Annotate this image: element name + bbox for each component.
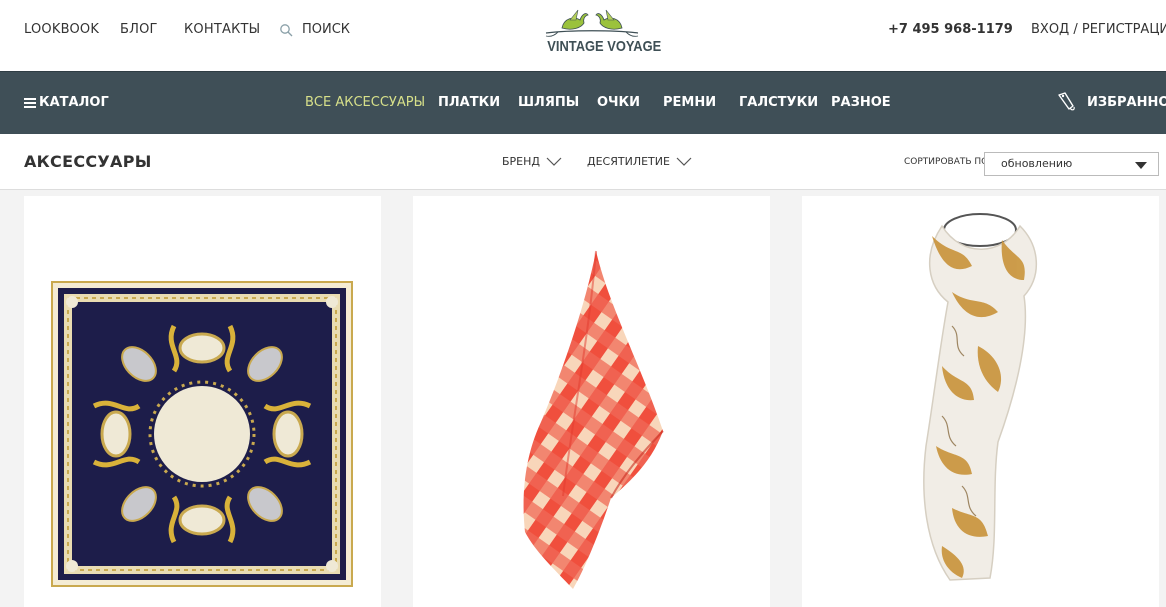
product-card[interactable] <box>24 196 381 607</box>
nav-belts[interactable]: РЕМНИ <box>663 95 716 110</box>
catalog-label: КАТАЛОГ <box>39 95 109 110</box>
brand-filter-label: БРЕНД <box>502 155 540 168</box>
filter-bar: АКСЕССУАРЫ БРЕНД ДЕСЯТИЛЕТИЕ СОРТИРОВАТЬ… <box>0 134 1166 190</box>
logo-text: VINTAGE VOYAGE <box>547 38 662 55</box>
nav-ties[interactable]: ГАЛСТУКИ <box>739 95 818 110</box>
favorites-label: ИЗБРАННОЕ <box>1087 94 1166 110</box>
contacts-link[interactable]: КОНТАКТЫ <box>184 22 260 37</box>
login-register-link[interactable]: ВХОД / РЕГИСТРАЦИЯ <box>1031 22 1166 37</box>
site-logo[interactable]: VINTAGE VOYAGE <box>540 6 662 58</box>
caret-down-icon <box>1135 162 1147 169</box>
catalog-menu-button[interactable]: КАТАЛОГ <box>24 95 109 110</box>
nav-all-accessories[interactable]: ВСЕ АКСЕССУАРЫ <box>305 95 425 110</box>
nav-scarves[interactable]: ПЛАТКИ <box>438 95 500 110</box>
brand-filter[interactable]: БРЕНД <box>502 155 562 168</box>
lookbook-link[interactable]: LOOKBOOK <box>24 22 99 37</box>
phone-number[interactable]: +7 495 968-1179 <box>888 22 1013 37</box>
navy-gold-silk-scarf-image <box>51 281 353 587</box>
hanger-tag-icon <box>1058 92 1075 111</box>
white-gold-baroque-scarf-image <box>923 213 1037 581</box>
nav-glasses[interactable]: ОЧКИ <box>597 95 640 110</box>
page-title: АКСЕССУАРЫ <box>24 152 152 171</box>
nav-hats[interactable]: ШЛЯПЫ <box>518 95 579 110</box>
product-card[interactable] <box>413 196 770 607</box>
search-button[interactable]: ПОИСК <box>279 22 350 37</box>
red-checked-scarf-image <box>523 250 664 589</box>
decade-filter[interactable]: ДЕСЯТИЛЕТИЕ <box>587 155 692 168</box>
chevron-down-icon <box>676 157 692 166</box>
birds-logo-icon <box>545 9 639 37</box>
sort-select[interactable]: обновлению <box>984 152 1159 176</box>
sort-label: СОРТИРОВАТЬ ПО: <box>904 157 992 167</box>
chevron-down-icon <box>546 157 562 166</box>
search-label: ПОИСК <box>302 22 351 37</box>
favorites-link[interactable]: ИЗБРАННОЕ <box>1057 92 1166 112</box>
main-navigation: КАТАЛОГ ВСЕ АКСЕССУАРЫ ПЛАТКИ ШЛЯПЫ ОЧКИ… <box>0 71 1166 134</box>
blog-link[interactable]: БЛОГ <box>120 22 158 37</box>
search-icon <box>280 23 293 36</box>
sort-selected-value: обновлению <box>1001 157 1073 170</box>
nav-misc[interactable]: РАЗНОЕ <box>831 95 891 110</box>
decade-filter-label: ДЕСЯТИЛЕТИЕ <box>587 155 670 168</box>
product-card[interactable] <box>802 196 1159 607</box>
top-header: LOOKBOOK БЛОГ КОНТАКТЫ ПОИСК VINTAGE VOY… <box>0 0 1166 71</box>
menu-icon <box>24 97 36 108</box>
